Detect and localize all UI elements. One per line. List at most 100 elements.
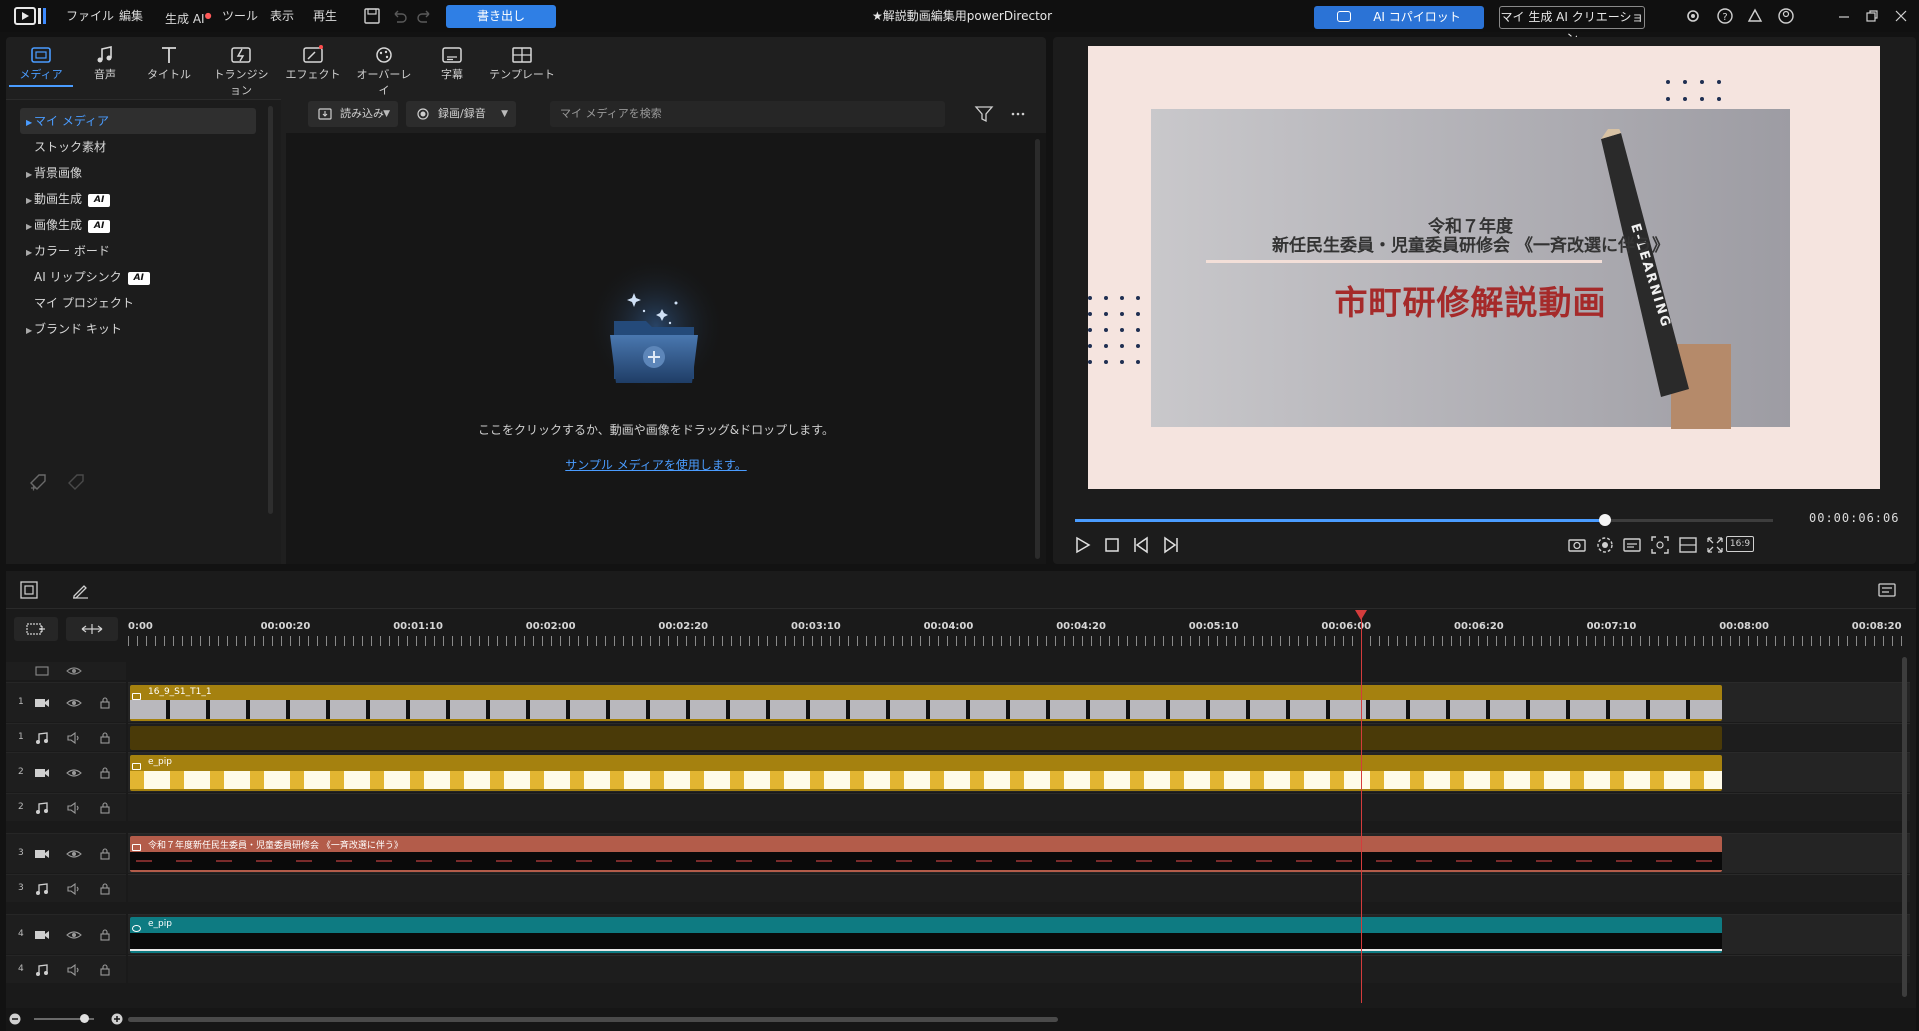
lock-icon[interactable]: [99, 964, 111, 976]
next-frame-icon[interactable]: [1159, 534, 1181, 556]
save-icon[interactable]: [362, 6, 382, 26]
sidebar-item-video-generation[interactable]: ▶ 動画生成 AI: [20, 186, 256, 212]
lock-icon[interactable]: [99, 802, 111, 814]
track-row[interactable]: e_pip: [128, 752, 1910, 792]
edit-pen-icon[interactable]: [70, 580, 90, 600]
sidebar-scrollbar[interactable]: [268, 106, 273, 514]
more-options-icon[interactable]: [1010, 111, 1026, 117]
track-header-video[interactable]: 3: [6, 833, 126, 873]
sidebar-item-color-board[interactable]: ▶ カラー ボード: [20, 238, 256, 264]
menu-view[interactable]: 表示: [270, 0, 294, 32]
eye-icon[interactable]: [66, 697, 82, 709]
export-button[interactable]: 書き出し: [446, 5, 556, 28]
help-icon[interactable]: ?: [1715, 6, 1735, 26]
media-search-input[interactable]: マイ メディアを検索: [550, 101, 945, 127]
timeline-ruler[interactable]: 0:00 00:00:20 00:01:10 00:02:00 00:02:20 00:0…: [128, 610, 1910, 652]
zoom-slider-handle[interactable]: [80, 1014, 89, 1023]
preview-frame[interactable]: E-LEARNING 令和７年度 新任民生委員・児童委員研修会 《一斉改選に伴う…: [1088, 46, 1880, 489]
previous-frame-icon[interactable]: [1131, 534, 1153, 556]
close-icon[interactable]: [1891, 6, 1911, 26]
undo-icon[interactable]: [389, 6, 409, 26]
lock-icon[interactable]: [99, 883, 111, 895]
track-header-audio[interactable]: 4: [6, 955, 126, 983]
track-row[interactable]: [128, 955, 1910, 983]
track-header-audio[interactable]: 2: [6, 793, 126, 821]
eye-icon[interactable]: [66, 767, 82, 779]
redo-icon[interactable]: [415, 6, 435, 26]
tab-media[interactable]: メディア: [9, 37, 73, 87]
track-header-audio[interactable]: 1: [6, 723, 126, 751]
track-header-video[interactable]: 2: [6, 752, 126, 792]
track-row[interactable]: [128, 723, 1910, 751]
restore-icon[interactable]: [1862, 6, 1882, 26]
tab-effect[interactable]: エフェクト: [281, 37, 345, 87]
video-clip[interactable]: e_pip: [130, 917, 1722, 953]
tab-template[interactable]: テンプレート: [482, 37, 562, 87]
lock-icon[interactable]: [99, 697, 111, 709]
track-header-video[interactable]: 1: [6, 682, 126, 722]
tab-subtitle[interactable]: 字幕: [420, 37, 484, 87]
aspect-ratio-button[interactable]: 16:9: [1726, 536, 1754, 552]
lock-icon[interactable]: [99, 767, 111, 779]
subtitle-toggle-icon[interactable]: [1621, 534, 1643, 556]
menu-edit[interactable]: 編集: [119, 0, 143, 32]
preview-quality-icon[interactable]: [1594, 534, 1616, 556]
menu-tools[interactable]: ツール: [222, 0, 258, 32]
sidebar-item-stock[interactable]: ストック素材: [20, 134, 256, 160]
my-ai-creation-button[interactable]: マイ 生成 AI クリエーション: [1499, 6, 1645, 45]
library-scrollbar[interactable]: [1035, 139, 1040, 559]
tab-transition[interactable]: トランジション: [209, 37, 273, 97]
lock-icon[interactable]: [99, 732, 111, 744]
sidebar-item-my-media[interactable]: ▶ マイ メディア: [20, 108, 256, 134]
seek-handle[interactable]: [1599, 514, 1612, 526]
sidebar-item-my-projects[interactable]: マイ プロジェクト: [20, 290, 256, 316]
speaker-icon[interactable]: [66, 802, 82, 814]
sidebar-item-ai-lipsync[interactable]: AI リップシンク AI: [20, 264, 256, 290]
playhead[interactable]: [1361, 611, 1362, 1003]
lock-icon[interactable]: [99, 929, 111, 941]
zoom-in-icon[interactable]: [110, 1012, 124, 1026]
zoom-out-icon[interactable]: [8, 1012, 22, 1026]
eye-icon[interactable]: [66, 929, 82, 941]
track-thumbnail-icon[interactable]: [34, 664, 50, 678]
menu-playback[interactable]: 再生: [313, 0, 337, 32]
menu-file[interactable]: ファイル: [66, 0, 114, 32]
track-row[interactable]: 令和７年度新任民生委員・児童委員研修会 《一斉改選に伴う》: [128, 833, 1910, 873]
eye-icon[interactable]: [66, 664, 82, 678]
eye-icon[interactable]: [66, 848, 82, 860]
preview-seek-bar[interactable]: [1075, 514, 1773, 526]
stop-icon[interactable]: [1101, 534, 1123, 556]
use-sample-media-link[interactable]: サンプル メディアを使用します。: [286, 456, 1026, 473]
gear-icon[interactable]: [1683, 6, 1703, 26]
record-button[interactable]: 録画/録音 ▼: [406, 101, 516, 127]
play-icon[interactable]: [1071, 534, 1093, 556]
snapshot-camera-icon[interactable]: [1566, 534, 1588, 556]
tab-title[interactable]: タイトル: [137, 37, 201, 87]
sidebar-item-image-generation[interactable]: ▶ 画像生成 AI: [20, 212, 256, 238]
zoom-fit-icon[interactable]: [1649, 534, 1671, 556]
video-clip[interactable]: e_pip: [130, 755, 1722, 791]
track-manager-icon[interactable]: [19, 580, 39, 600]
tab-overlay[interactable]: オーバーレイ: [352, 37, 416, 97]
lock-icon[interactable]: [99, 848, 111, 860]
minimize-icon[interactable]: [1834, 6, 1854, 26]
track-row[interactable]: e_pip: [128, 914, 1910, 954]
track-row[interactable]: 16_9_S1_T1_1: [128, 682, 1910, 722]
fullscreen-icon[interactable]: [1704, 534, 1726, 556]
track-row[interactable]: [128, 793, 1910, 821]
import-button[interactable]: 読み込み ▼: [308, 101, 398, 127]
speaker-icon[interactable]: [66, 732, 82, 744]
add-track-button[interactable]: [14, 617, 58, 641]
add-tag-icon[interactable]: [28, 472, 50, 492]
sidebar-item-backgrounds[interactable]: ▶ 背景画像: [20, 160, 256, 186]
remove-tag-icon[interactable]: [66, 472, 88, 492]
track-header-video[interactable]: 4: [6, 914, 126, 954]
timeline-vertical-scrollbar[interactable]: [1902, 657, 1907, 997]
menu-generative-ai[interactable]: 生成 AI●: [165, 0, 212, 32]
timeline-settings-icon[interactable]: [1876, 580, 1898, 600]
track-header-audio[interactable]: 3: [6, 874, 126, 902]
dual-preview-icon[interactable]: [1677, 534, 1699, 556]
sidebar-item-brand-kit[interactable]: ▶ ブランド キット: [20, 316, 256, 342]
speaker-icon[interactable]: [66, 883, 82, 895]
notification-icon[interactable]: [1745, 6, 1765, 26]
